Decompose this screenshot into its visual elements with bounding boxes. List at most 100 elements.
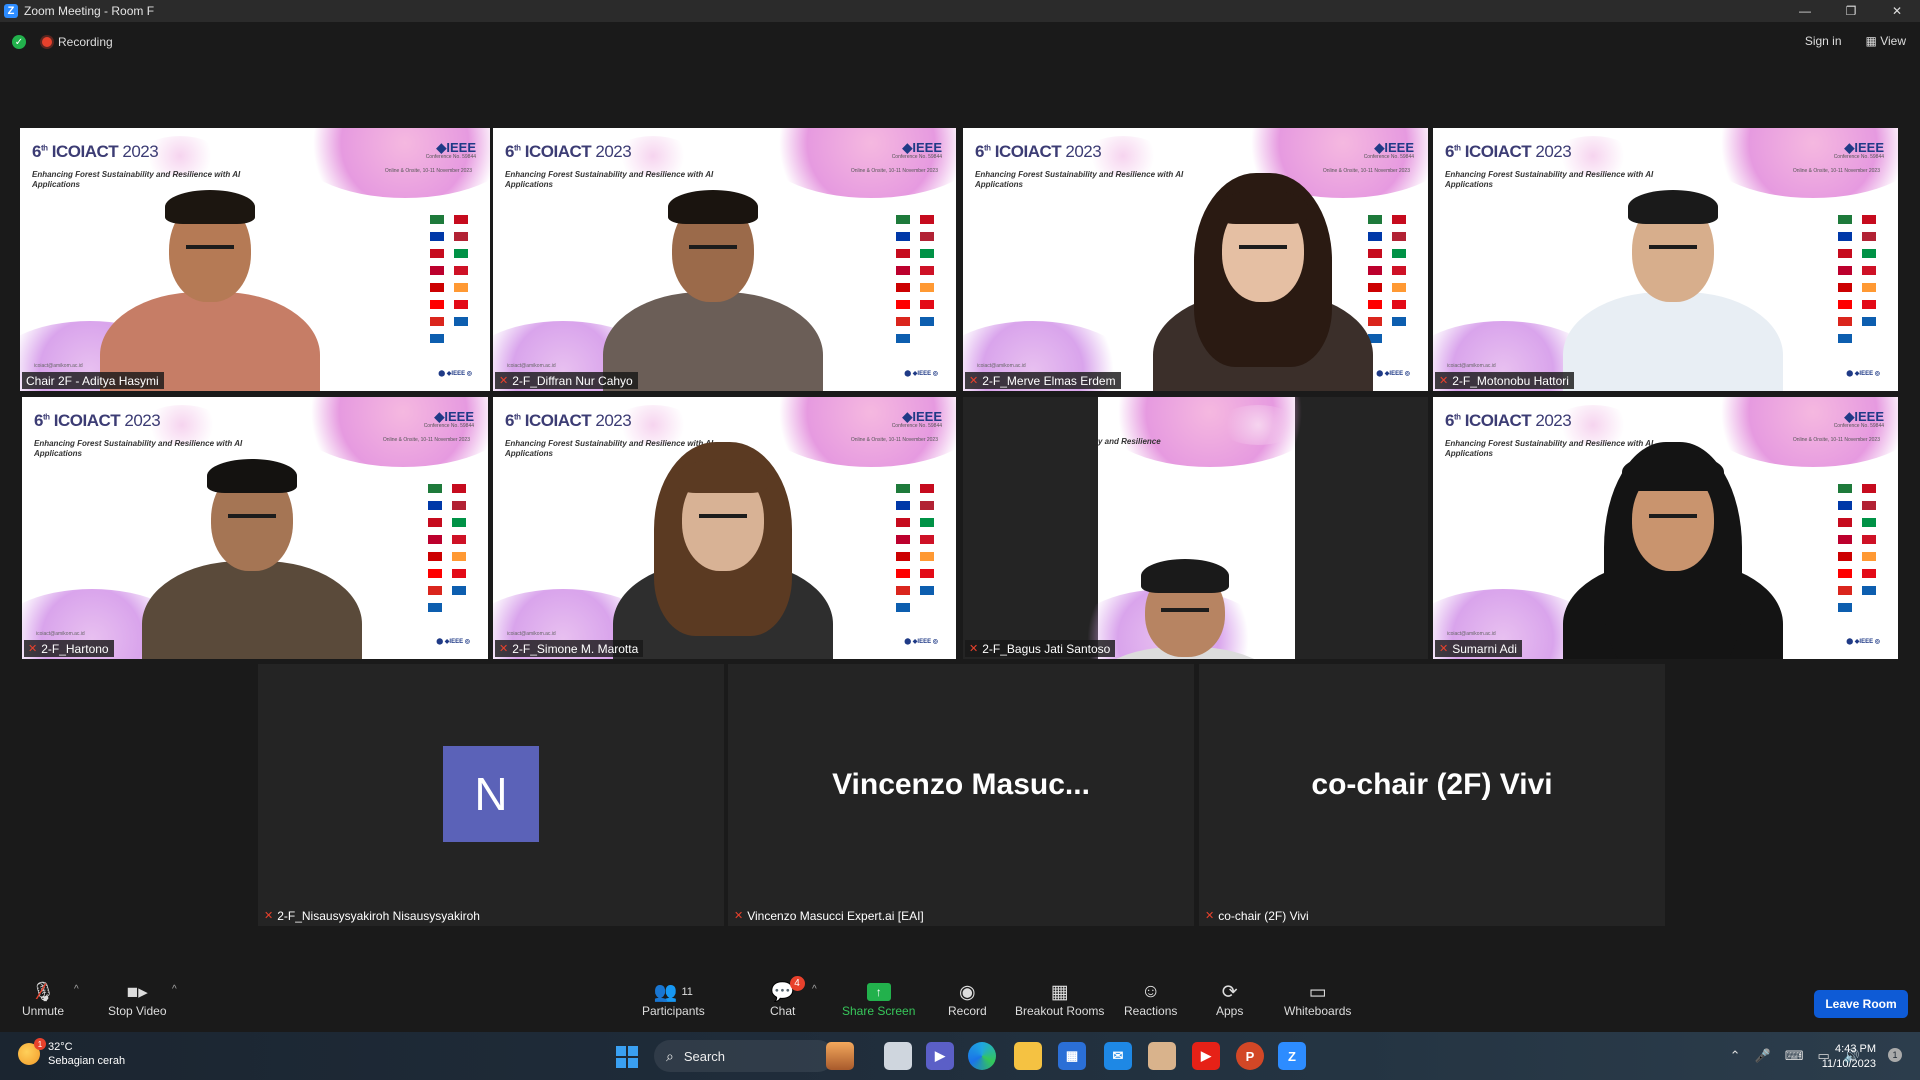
flag-icon	[428, 600, 442, 612]
unmute-button[interactable]: 🎙 ⁄ Unmute	[22, 979, 64, 1018]
weather-widget[interactable]: 1 32°C Sebagian cerah	[18, 1038, 125, 1068]
video-camera-icon: ■▸	[126, 981, 148, 1003]
decorative-blob	[1698, 397, 1898, 467]
zoom-taskbar-icon[interactable]: Z	[1278, 1042, 1306, 1070]
flag-icon	[896, 515, 910, 527]
chat-button[interactable]: 💬 4 Chat	[770, 976, 805, 1018]
flag-icon	[1862, 600, 1876, 612]
teams-meet-icon[interactable]: ▶	[926, 1042, 954, 1070]
chat-options-caret-icon[interactable]: ^	[812, 984, 817, 995]
top-right-controls: Sign in ▦ View	[1805, 34, 1906, 48]
windows-start-icon[interactable]	[616, 1046, 638, 1068]
flag-icon	[896, 229, 910, 241]
participant-tile[interactable]: Vincenzo Masuc... ✕ Vincenzo Masucci Exper…	[728, 664, 1194, 926]
youtube-icon[interactable]: ▶	[1192, 1042, 1220, 1070]
slide-ordinal: 6	[1445, 142, 1454, 161]
taskbar-search-label: Search	[683, 1048, 726, 1064]
hair-top	[678, 459, 768, 493]
flag-icon	[430, 297, 444, 309]
eyes-or-glasses	[1239, 244, 1287, 249]
flag-icon	[1862, 246, 1876, 258]
participant-name: Vincenzo Masucci Expert.ai [EAI]	[747, 908, 924, 923]
hair-top	[1628, 190, 1718, 224]
notification-badge[interactable]: 1	[1888, 1048, 1902, 1062]
tray-keyboard-icon[interactable]: ⌨	[1785, 1048, 1804, 1064]
flag-icon	[920, 229, 934, 241]
breakout-rooms-button[interactable]: ▦ Breakout Rooms	[1015, 980, 1105, 1019]
flag-icon	[896, 297, 910, 309]
flag-icon	[1838, 532, 1852, 544]
eyes-or-glasses	[689, 244, 737, 249]
desert-widget-icon[interactable]	[826, 1042, 854, 1070]
slide-date: Online & Onsite, 10-11 November 2023	[850, 437, 938, 443]
participant-tile[interactable]: 6th ICOIACT 2023 Enhancing Forest Sustain…	[22, 397, 488, 659]
recording-indicator[interactable]: Recording	[42, 35, 113, 49]
encryption-shield-icon[interactable]: ✓	[12, 35, 26, 49]
participant-tile[interactable]: co-chair (2F) Vivi ✕ co-chair (2F) Vivi	[1199, 664, 1665, 926]
eyes-or-glasses	[699, 513, 747, 518]
participant-tile[interactable]: 6th ICOIACT 2023 Enhancing Forest Sustain…	[20, 128, 490, 391]
apps-button[interactable]: ⟳ Apps	[1216, 980, 1243, 1019]
view-button[interactable]: ▦ View	[1866, 34, 1906, 48]
taskbar-search[interactable]: ⌕ Search	[654, 1040, 834, 1072]
flag-icon	[1838, 549, 1852, 561]
mail-icon[interactable]: ✉	[1104, 1042, 1132, 1070]
participant-name: Sumarni Adi	[1452, 641, 1517, 656]
flag-icon	[1392, 280, 1406, 292]
share-screen-button[interactable]: ↑ Share Screen	[842, 980, 915, 1018]
slide-theme-partial: y and Resilience	[1098, 437, 1161, 446]
edge-browser-icon[interactable]	[968, 1042, 996, 1070]
flag-icon	[896, 549, 910, 561]
microphone-muted-icon: ✕	[734, 910, 744, 922]
powerpoint-icon[interactable]: P	[1236, 1042, 1264, 1070]
whiteboards-button[interactable]: ▭ Whiteboards	[1284, 980, 1352, 1019]
participant-tile[interactable]: 6th ICOIACT 2023 Enhancing Forest Sustain…	[493, 128, 956, 391]
flag-icon	[1392, 229, 1406, 241]
flag-icon	[1862, 263, 1876, 275]
flag-icon	[428, 583, 442, 595]
restore-button[interactable]: ❐	[1828, 0, 1874, 22]
slide-url: icoiact@amikom.ac.id	[1447, 363, 1496, 369]
microsoft-store-icon[interactable]: ▦	[1058, 1042, 1086, 1070]
flag-icon	[1838, 583, 1852, 595]
video-options-caret-icon[interactable]: ^	[172, 984, 177, 995]
slide-title: 6th ICOIACT 2023	[1445, 411, 1572, 431]
flag-icon	[1838, 600, 1852, 612]
flag-icon	[920, 566, 934, 578]
audio-options-caret-icon[interactable]: ^	[74, 984, 79, 995]
leave-room-button[interactable]: Leave Room	[1814, 990, 1908, 1018]
flag-icon	[454, 263, 468, 275]
reactions-button[interactable]: ☺ Reactions	[1124, 980, 1177, 1018]
tray-overflow-chevron-icon[interactable]: ⌃	[1730, 1048, 1741, 1064]
photos-app-icon[interactable]	[1148, 1042, 1176, 1070]
participant-tile[interactable]: 6th ICOIACT 2023 Enhancing Forest Sustain…	[1433, 397, 1898, 659]
flag-icon	[428, 481, 442, 493]
participants-button[interactable]: 👥 11 Participants	[642, 980, 705, 1018]
participant-tile[interactable]: 6th ICOIACT 2023 Enhancing Forest Sustain…	[493, 397, 956, 659]
close-button[interactable]: ✕	[1874, 0, 1920, 22]
participant-tile[interactable]: 6th ICOIACT 2023 Enhancing Forest Sustain…	[1433, 128, 1898, 391]
flag-icon	[1392, 331, 1406, 343]
slide-url: icoiact@amikom.ac.id	[507, 631, 556, 637]
flag-icon	[430, 246, 444, 258]
stop-video-button[interactable]: ■▸ Stop Video	[108, 980, 167, 1019]
file-explorer-icon[interactable]	[1014, 1042, 1042, 1070]
sign-in-button[interactable]: Sign in	[1805, 34, 1842, 48]
minimize-button[interactable]: —	[1782, 0, 1828, 22]
slide-title: 6th ICOIACT 2023	[975, 142, 1102, 162]
taskbar-clock[interactable]: 4:43 PM 11/10/2023	[1822, 1042, 1876, 1072]
participant-name-tag: Chair 2F - Aditya Hasymi	[22, 372, 164, 389]
task-view-icon[interactable]	[884, 1042, 912, 1070]
weather-sun-icon: 1	[18, 1038, 46, 1065]
flag-icon	[1392, 212, 1406, 224]
flag-icon	[1392, 263, 1406, 275]
participant-tile[interactable]: 6th ICOIACT 2023 Enhancing Forest Sustain…	[963, 128, 1428, 391]
participant-tile[interactable]: y and Resilience ✕ 2-F_Bagus Jati Santoso	[963, 397, 1428, 659]
breakout-rooms-label: Breakout Rooms	[1015, 1004, 1105, 1018]
whiteboards-label: Whiteboards	[1284, 1004, 1352, 1018]
record-button[interactable]: ◉ Record	[948, 980, 987, 1019]
tray-mic-icon[interactable]: 🎤	[1755, 1048, 1771, 1064]
participant-tile[interactable]: N ✕ 2-F_Nisausysyakiroh Nisausysyakiroh	[258, 664, 724, 926]
decorative-blob	[756, 397, 956, 467]
participant-name: 2-F_Hartono	[41, 641, 109, 656]
